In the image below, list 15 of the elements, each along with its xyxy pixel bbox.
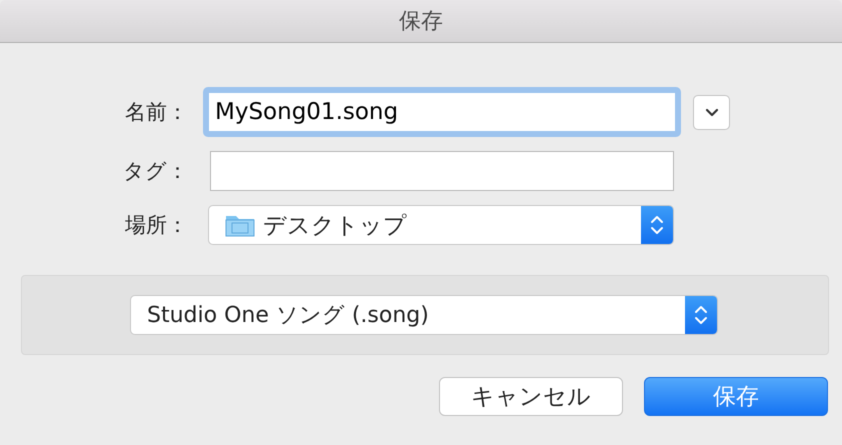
field-label: 名前： — [124, 99, 189, 126]
tag-field[interactable] — [210, 151, 674, 191]
location-value: デスクトップ — [263, 212, 407, 240]
chevron-down-icon — [704, 108, 718, 116]
cancel-button[interactable]: キャンセル — [439, 377, 623, 416]
location-popup[interactable]: デスクトップ — [208, 205, 674, 245]
format-popup[interactable]: Studio One ソング (.song) — [130, 295, 718, 335]
stepper-icon — [694, 303, 708, 327]
field-label: タグ： — [122, 158, 189, 185]
folder-icon — [225, 213, 255, 237]
window-title: 保存 — [399, 8, 443, 36]
stepper-icon — [650, 213, 664, 237]
field-label: 場所： — [124, 212, 189, 239]
expand-button[interactable] — [693, 94, 730, 130]
name-field[interactable]: MySong01.song — [203, 87, 681, 137]
